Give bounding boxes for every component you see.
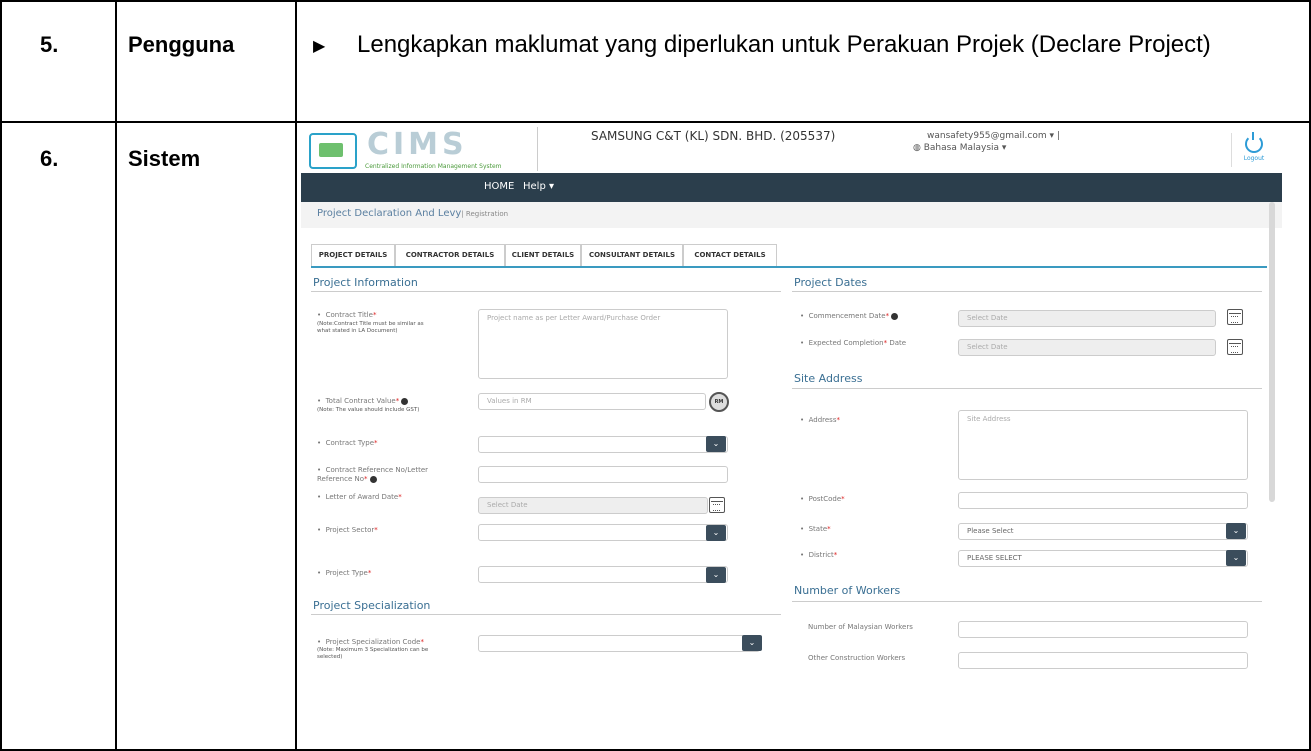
field-label: Other Construction Workers	[808, 654, 906, 662]
chevron-down-icon[interactable]: ⌄	[1226, 523, 1246, 539]
contract-type-select[interactable]	[478, 436, 728, 453]
field-label: • Contract Reference No/Letter Reference…	[317, 466, 429, 483]
language-label: Bahasa Malaysia ▾	[923, 143, 1007, 153]
chevron-down-icon[interactable]: ⌄	[706, 436, 726, 452]
completion-date-input[interactable]: Select Date	[958, 339, 1216, 356]
field-label: • District*	[800, 551, 838, 559]
field-label: • Expected Completion* Date	[800, 339, 907, 347]
chevron-down-icon[interactable]: ⌄	[706, 567, 726, 583]
app-header: CIMS Centralized Information Management …	[301, 125, 1282, 173]
step-actor: Sistem	[128, 146, 201, 171]
logo-title: CIMS	[367, 127, 468, 162]
nav-home[interactable]: HOME	[484, 181, 514, 192]
step-description: Lengkapkan maklumat yang diperlukan untu…	[357, 31, 1211, 58]
section-divider	[792, 291, 1262, 292]
field-label: • Contract Title*	[317, 311, 377, 319]
circuit-logo-icon	[309, 133, 357, 169]
section-divider	[792, 601, 1262, 602]
col-divider-2	[295, 0, 297, 751]
address-textarea[interactable]: Site Address	[958, 410, 1248, 480]
logout-label: Logout	[1243, 155, 1265, 162]
rm-currency-icon: RM	[709, 392, 729, 412]
company-name: SAMSUNG C&T (KL) SDN. BHD. (205537)	[591, 129, 836, 143]
section-title: Project Information	[313, 276, 418, 289]
power-icon	[1245, 132, 1263, 153]
commencement-date-input[interactable]: Select Date	[958, 310, 1216, 327]
section-title: Number of Workers	[794, 584, 901, 597]
language-menu[interactable]: ◍ Bahasa Malaysia ▾	[913, 143, 1006, 153]
calendar-icon[interactable]	[1227, 339, 1243, 355]
chevron-down-icon[interactable]: ⌄	[1226, 550, 1246, 566]
field-label: • Project Type*	[317, 569, 372, 577]
table-border-top	[0, 0, 1311, 2]
step-actor: Pengguna	[128, 32, 235, 57]
field-label: • Commencement Date*	[800, 312, 899, 321]
nav-bar: HOME Help ▾	[301, 173, 1282, 202]
tab-contact-details[interactable]: CONTACT DETAILS	[683, 244, 777, 266]
page-title: Project Declaration And Levy| Registrati…	[317, 208, 509, 219]
chevron-down-icon[interactable]: ⌄	[706, 525, 726, 541]
section-divider	[311, 291, 781, 292]
tab-contractor-details[interactable]: CONTRACTOR DETAILS	[395, 244, 505, 266]
field-note: (Note: The value should include GST)	[317, 407, 420, 413]
tab-bar: PROJECT DETAILS CONTRACTOR DETAILS CLIEN…	[311, 244, 1267, 268]
col-divider-1	[115, 0, 117, 751]
cims-screenshot: CIMS Centralized Information Management …	[301, 125, 1282, 678]
letter-award-date-input[interactable]: Select Date	[478, 497, 708, 514]
contract-title-textarea[interactable]: Project name as per Letter Award/Purchas…	[478, 309, 728, 379]
header-divider	[537, 127, 538, 171]
tab-client-details[interactable]: CLIENT DETAILS	[505, 244, 581, 266]
field-note: (Note:Contract Title must be similar as …	[317, 321, 424, 334]
postcode-input[interactable]	[958, 492, 1248, 509]
project-sector-select[interactable]	[478, 524, 728, 541]
field-label: • Total Contract Value*	[317, 397, 409, 406]
section-title: Project Specialization	[313, 599, 431, 612]
contract-value-input[interactable]: Values in RM	[478, 393, 706, 410]
calendar-icon[interactable]	[1227, 309, 1243, 325]
field-label: Number of Malaysian Workers	[808, 623, 913, 631]
info-icon[interactable]	[401, 397, 409, 405]
user-menu[interactable]: wansafety955@gmail.com ▾ |	[927, 131, 1060, 141]
field-label: • Project Sector*	[317, 526, 378, 534]
contract-ref-input[interactable]	[478, 466, 728, 483]
field-label: • Letter of Award Date*	[317, 493, 402, 501]
bullet-arrow-icon: ▶	[313, 38, 326, 55]
section-title: Project Dates	[794, 276, 868, 289]
spec-code-select[interactable]	[478, 635, 760, 652]
info-icon[interactable]	[891, 312, 899, 320]
chevron-down-icon[interactable]: ⌄	[742, 635, 762, 651]
other-workers-input[interactable]	[958, 652, 1248, 669]
logo-subtitle: Centralized Information Management Syste…	[365, 163, 502, 170]
field-note: (Note: Maximum 3 Specialization can be s…	[317, 647, 429, 660]
info-icon[interactable]	[369, 475, 377, 483]
field-label: • PostCode*	[800, 495, 845, 503]
scrollbar[interactable]	[1269, 202, 1275, 502]
table-border-left	[0, 0, 2, 751]
step-number: 6.	[40, 146, 59, 171]
field-label: • Address*	[800, 416, 840, 424]
section-divider	[792, 388, 1262, 389]
district-select[interactable]: PLEASE SELECT	[958, 550, 1248, 567]
tab-project-details[interactable]: PROJECT DETAILS	[311, 244, 395, 266]
calendar-icon[interactable]	[709, 497, 725, 513]
state-select[interactable]: Please Select	[958, 523, 1248, 540]
step-number: 5.	[40, 32, 59, 57]
row-divider	[0, 121, 1311, 123]
breadcrumb: Project Declaration And Levy| Registrati…	[301, 202, 1282, 228]
project-type-select[interactable]	[478, 566, 728, 583]
section-title: Site Address	[794, 372, 863, 385]
field-label: • State*	[800, 525, 831, 533]
section-divider	[311, 614, 781, 615]
cims-logo: CIMS Centralized Information Management …	[307, 127, 537, 170]
nav-help[interactable]: Help ▾	[523, 181, 554, 192]
malaysian-workers-input[interactable]	[958, 621, 1248, 638]
tab-consultant-details[interactable]: CONSULTANT DETAILS	[581, 244, 683, 266]
logout-button[interactable]: Logout	[1231, 132, 1276, 167]
field-label: • Contract Type*	[317, 439, 378, 447]
globe-icon: ◍	[913, 143, 924, 153]
field-label: • Project Specialization Code*	[317, 638, 424, 646]
